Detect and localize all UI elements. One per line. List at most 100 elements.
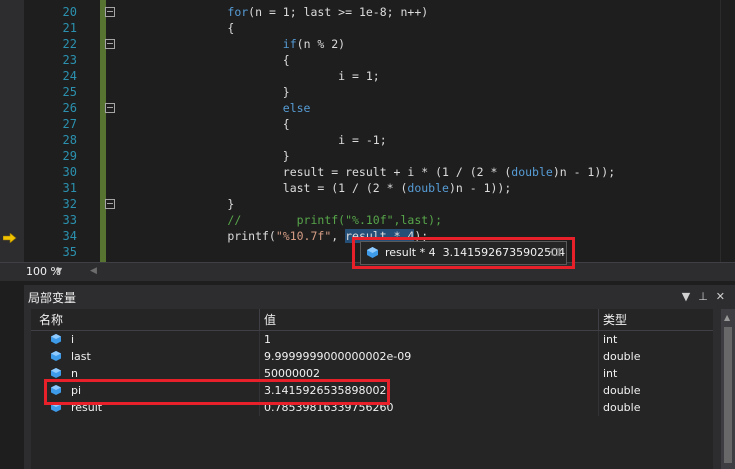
collapse-icon[interactable]: [105, 199, 115, 209]
locals-window: 局部变量 ▼ ⊥ ✕ 名称 值 类型 i 1 int last 9.999999900000…: [24, 285, 735, 469]
locals-vertical-scrollbar[interactable]: ▲: [721, 309, 735, 469]
variable-type: double: [603, 350, 641, 363]
cell-divider: [259, 331, 260, 348]
variable-icon: [51, 368, 61, 378]
code-token: i = 1;: [172, 69, 380, 83]
keyword-token: else: [282, 101, 311, 115]
annotation-highlight-box: [44, 379, 390, 405]
code-token: result = result + i * (1 / (2 * (: [172, 165, 512, 179]
code-line[interactable]: 33 // printf("%.10f",last);: [24, 212, 724, 228]
code-line[interactable]: 31 last = (1 / (2 * (double)n - 1));: [24, 180, 724, 196]
code-token: printf(: [172, 229, 276, 243]
code-text[interactable]: {: [172, 52, 290, 68]
variable-name: last: [71, 350, 91, 363]
code-line[interactable]: 22 if(n % 2): [24, 36, 724, 52]
keyword-token: double: [407, 181, 449, 195]
code-text[interactable]: i = -1;: [172, 132, 386, 148]
cell-divider: [598, 348, 599, 365]
keyword-token: for: [227, 5, 249, 19]
scroll-left-icon[interactable]: ◀: [90, 266, 97, 276]
comment-token: // printf("%.10f",last);: [227, 213, 443, 227]
pin-icon[interactable]: ⊥: [698, 290, 708, 303]
code-line[interactable]: 24 i = 1;: [24, 68, 724, 84]
code-text[interactable]: for(n = 1; last >= 1e-8; n++): [172, 4, 428, 20]
editor-vertical-scrollbar[interactable]: [720, 0, 735, 262]
code-token: (n % 2): [296, 37, 346, 51]
code-token: }: [172, 85, 290, 99]
panel-window-controls: ▼ ⊥ ✕: [674, 289, 725, 305]
code-text[interactable]: i = 1;: [172, 68, 380, 84]
column-header-type[interactable]: 类型: [603, 312, 627, 328]
variable-name: i: [71, 333, 75, 346]
line-number: 26: [62, 101, 77, 115]
dropdown-icon[interactable]: ▼: [682, 290, 690, 303]
code-text[interactable]: }: [172, 196, 234, 212]
column-divider[interactable]: [598, 309, 599, 330]
scrollbar-thumb[interactable]: [724, 327, 732, 463]
code-text[interactable]: {: [172, 116, 290, 132]
code-text[interactable]: // printf("%.10f",last);: [172, 212, 442, 228]
chevron-down-icon[interactable]: ▼: [56, 266, 62, 275]
collapse-icon[interactable]: [105, 103, 115, 113]
variable-type: int: [603, 367, 618, 380]
code-line[interactable]: 27 {: [24, 116, 724, 132]
grid-header: 名称 值 类型: [31, 309, 713, 331]
code-line[interactable]: 20 for(n = 1; last >= 1e-8; n++): [24, 4, 724, 20]
code-text[interactable]: }: [172, 148, 290, 164]
code-line[interactable]: 32 }: [24, 196, 724, 212]
code-text[interactable]: else: [172, 100, 311, 116]
line-number: 29: [62, 149, 77, 163]
column-header-name[interactable]: 名称: [39, 312, 63, 328]
code-token: ,: [331, 229, 346, 243]
string-token: "%10.7f": [275, 229, 332, 243]
line-number: 22: [62, 37, 77, 51]
code-editor[interactable]: 20 for(n = 1; last >= 1e-8; n++) 21 {22 i…: [0, 0, 735, 262]
code-line[interactable]: 23 {: [24, 52, 724, 68]
code-text[interactable]: }: [172, 84, 290, 100]
code-line[interactable]: 30 result = result + i * (1 / (2 * (doub…: [24, 164, 724, 180]
variable-value[interactable]: 1: [264, 332, 271, 347]
collapse-icon[interactable]: [105, 39, 115, 49]
line-number: 23: [62, 53, 77, 67]
line-number: 27: [62, 117, 77, 131]
line-number: 32: [62, 197, 77, 211]
code-line[interactable]: 29 }: [24, 148, 724, 164]
variable-type: int: [603, 333, 618, 346]
annotation-highlight-box: [352, 237, 575, 269]
code-token: }: [172, 197, 235, 211]
cell-divider: [259, 348, 260, 365]
code-text[interactable]: result = result + i * (1 / (2 * (double)…: [172, 164, 615, 180]
line-number: 21: [62, 21, 77, 35]
scroll-up-icon[interactable]: ▲: [724, 313, 730, 322]
keyword-token: double: [511, 165, 553, 179]
code-line[interactable]: 28 i = -1;: [24, 132, 724, 148]
collapse-icon[interactable]: [105, 7, 115, 17]
line-number: 28: [62, 133, 77, 147]
column-divider[interactable]: [259, 309, 260, 330]
variable-icon: [51, 351, 61, 361]
code-text[interactable]: last = (1 / (2 * (double)n - 1));: [172, 180, 512, 196]
code-line[interactable]: 21 {: [24, 20, 724, 36]
variable-value[interactable]: 9.9999999000000002e-09: [264, 349, 411, 364]
line-number: 34: [62, 229, 77, 243]
close-icon[interactable]: ✕: [716, 290, 725, 303]
code-token: {: [172, 21, 235, 35]
code-token: {: [172, 117, 290, 131]
code-token: )n - 1));: [552, 165, 616, 179]
locals-row[interactable]: i 1 int: [31, 331, 713, 348]
code-text[interactable]: if(n % 2): [172, 36, 345, 52]
code-token: }: [172, 149, 290, 163]
column-header-value[interactable]: 值: [264, 312, 276, 328]
line-number: 31: [62, 181, 77, 195]
indicator-margin[interactable]: [0, 0, 24, 262]
code-line[interactable]: 25 }: [24, 84, 724, 100]
locals-row[interactable]: last 9.9999999000000002e-09 double: [31, 348, 713, 365]
code-token: last = (1 / (2 * (: [172, 181, 408, 195]
line-number: 20: [62, 5, 77, 19]
code-line[interactable]: 26 else: [24, 100, 724, 116]
code-text[interactable]: {: [172, 20, 234, 36]
variable-icon: [51, 334, 61, 344]
